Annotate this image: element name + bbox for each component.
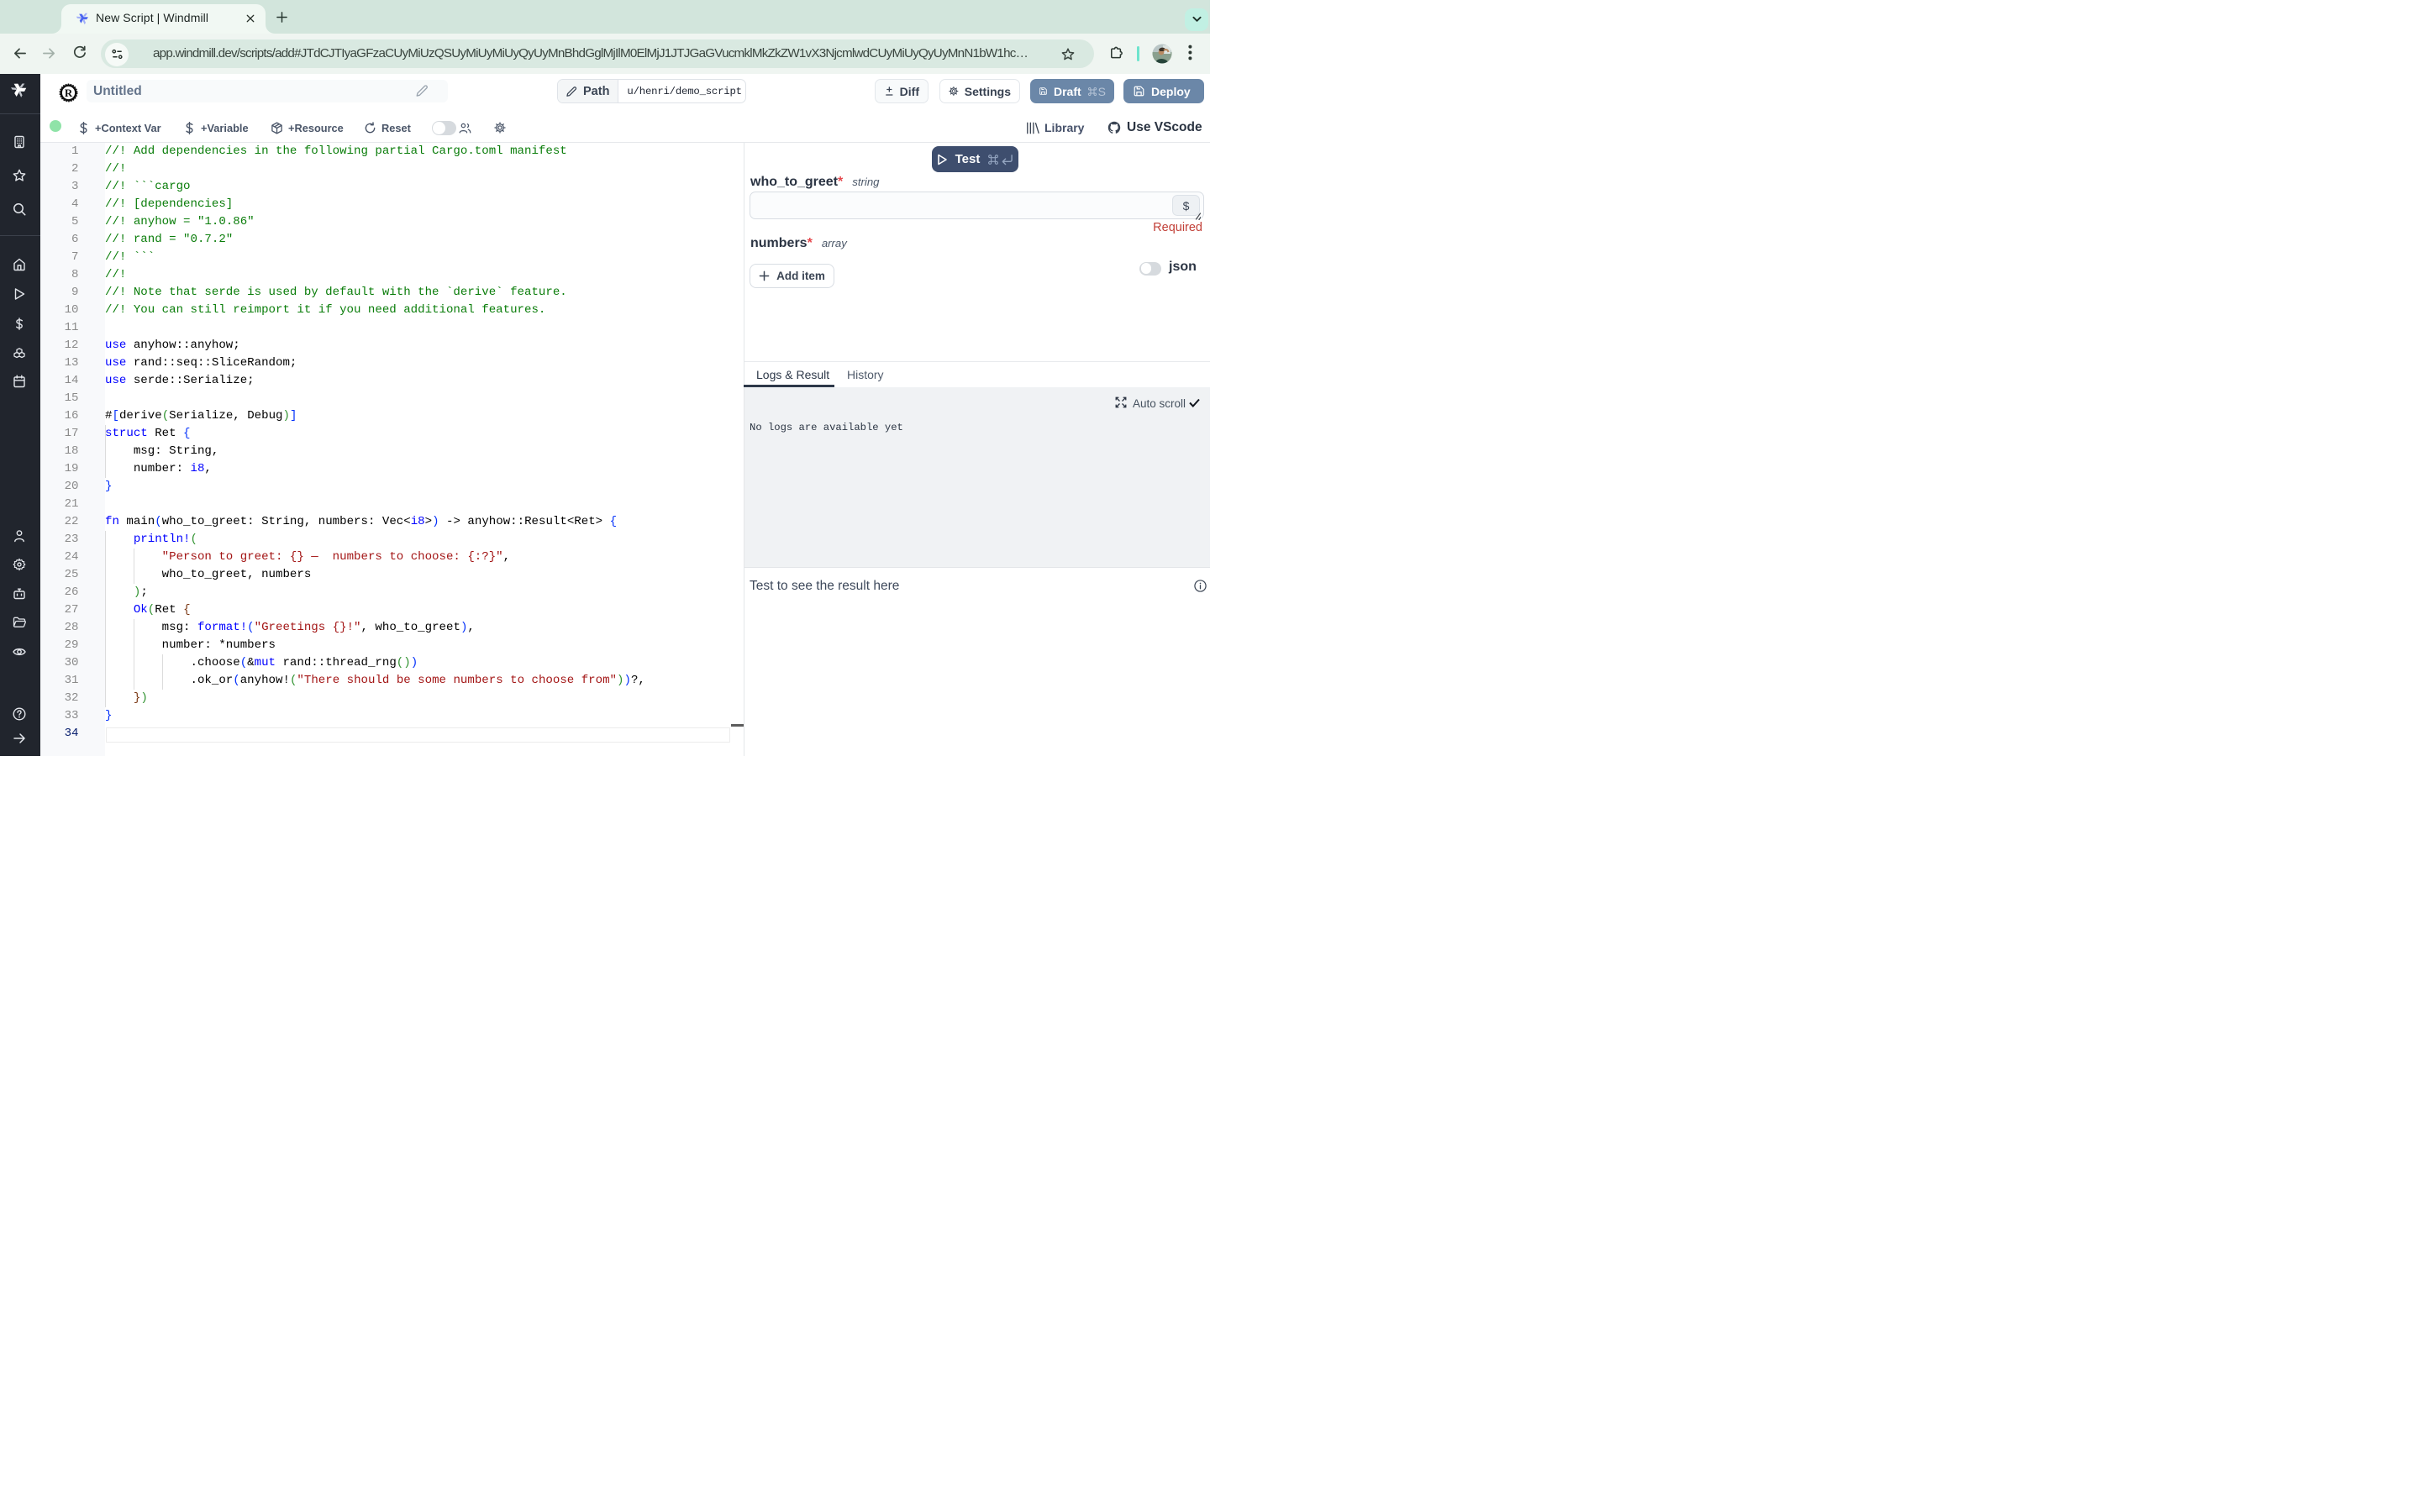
svg-text:R: R <box>65 87 73 99</box>
